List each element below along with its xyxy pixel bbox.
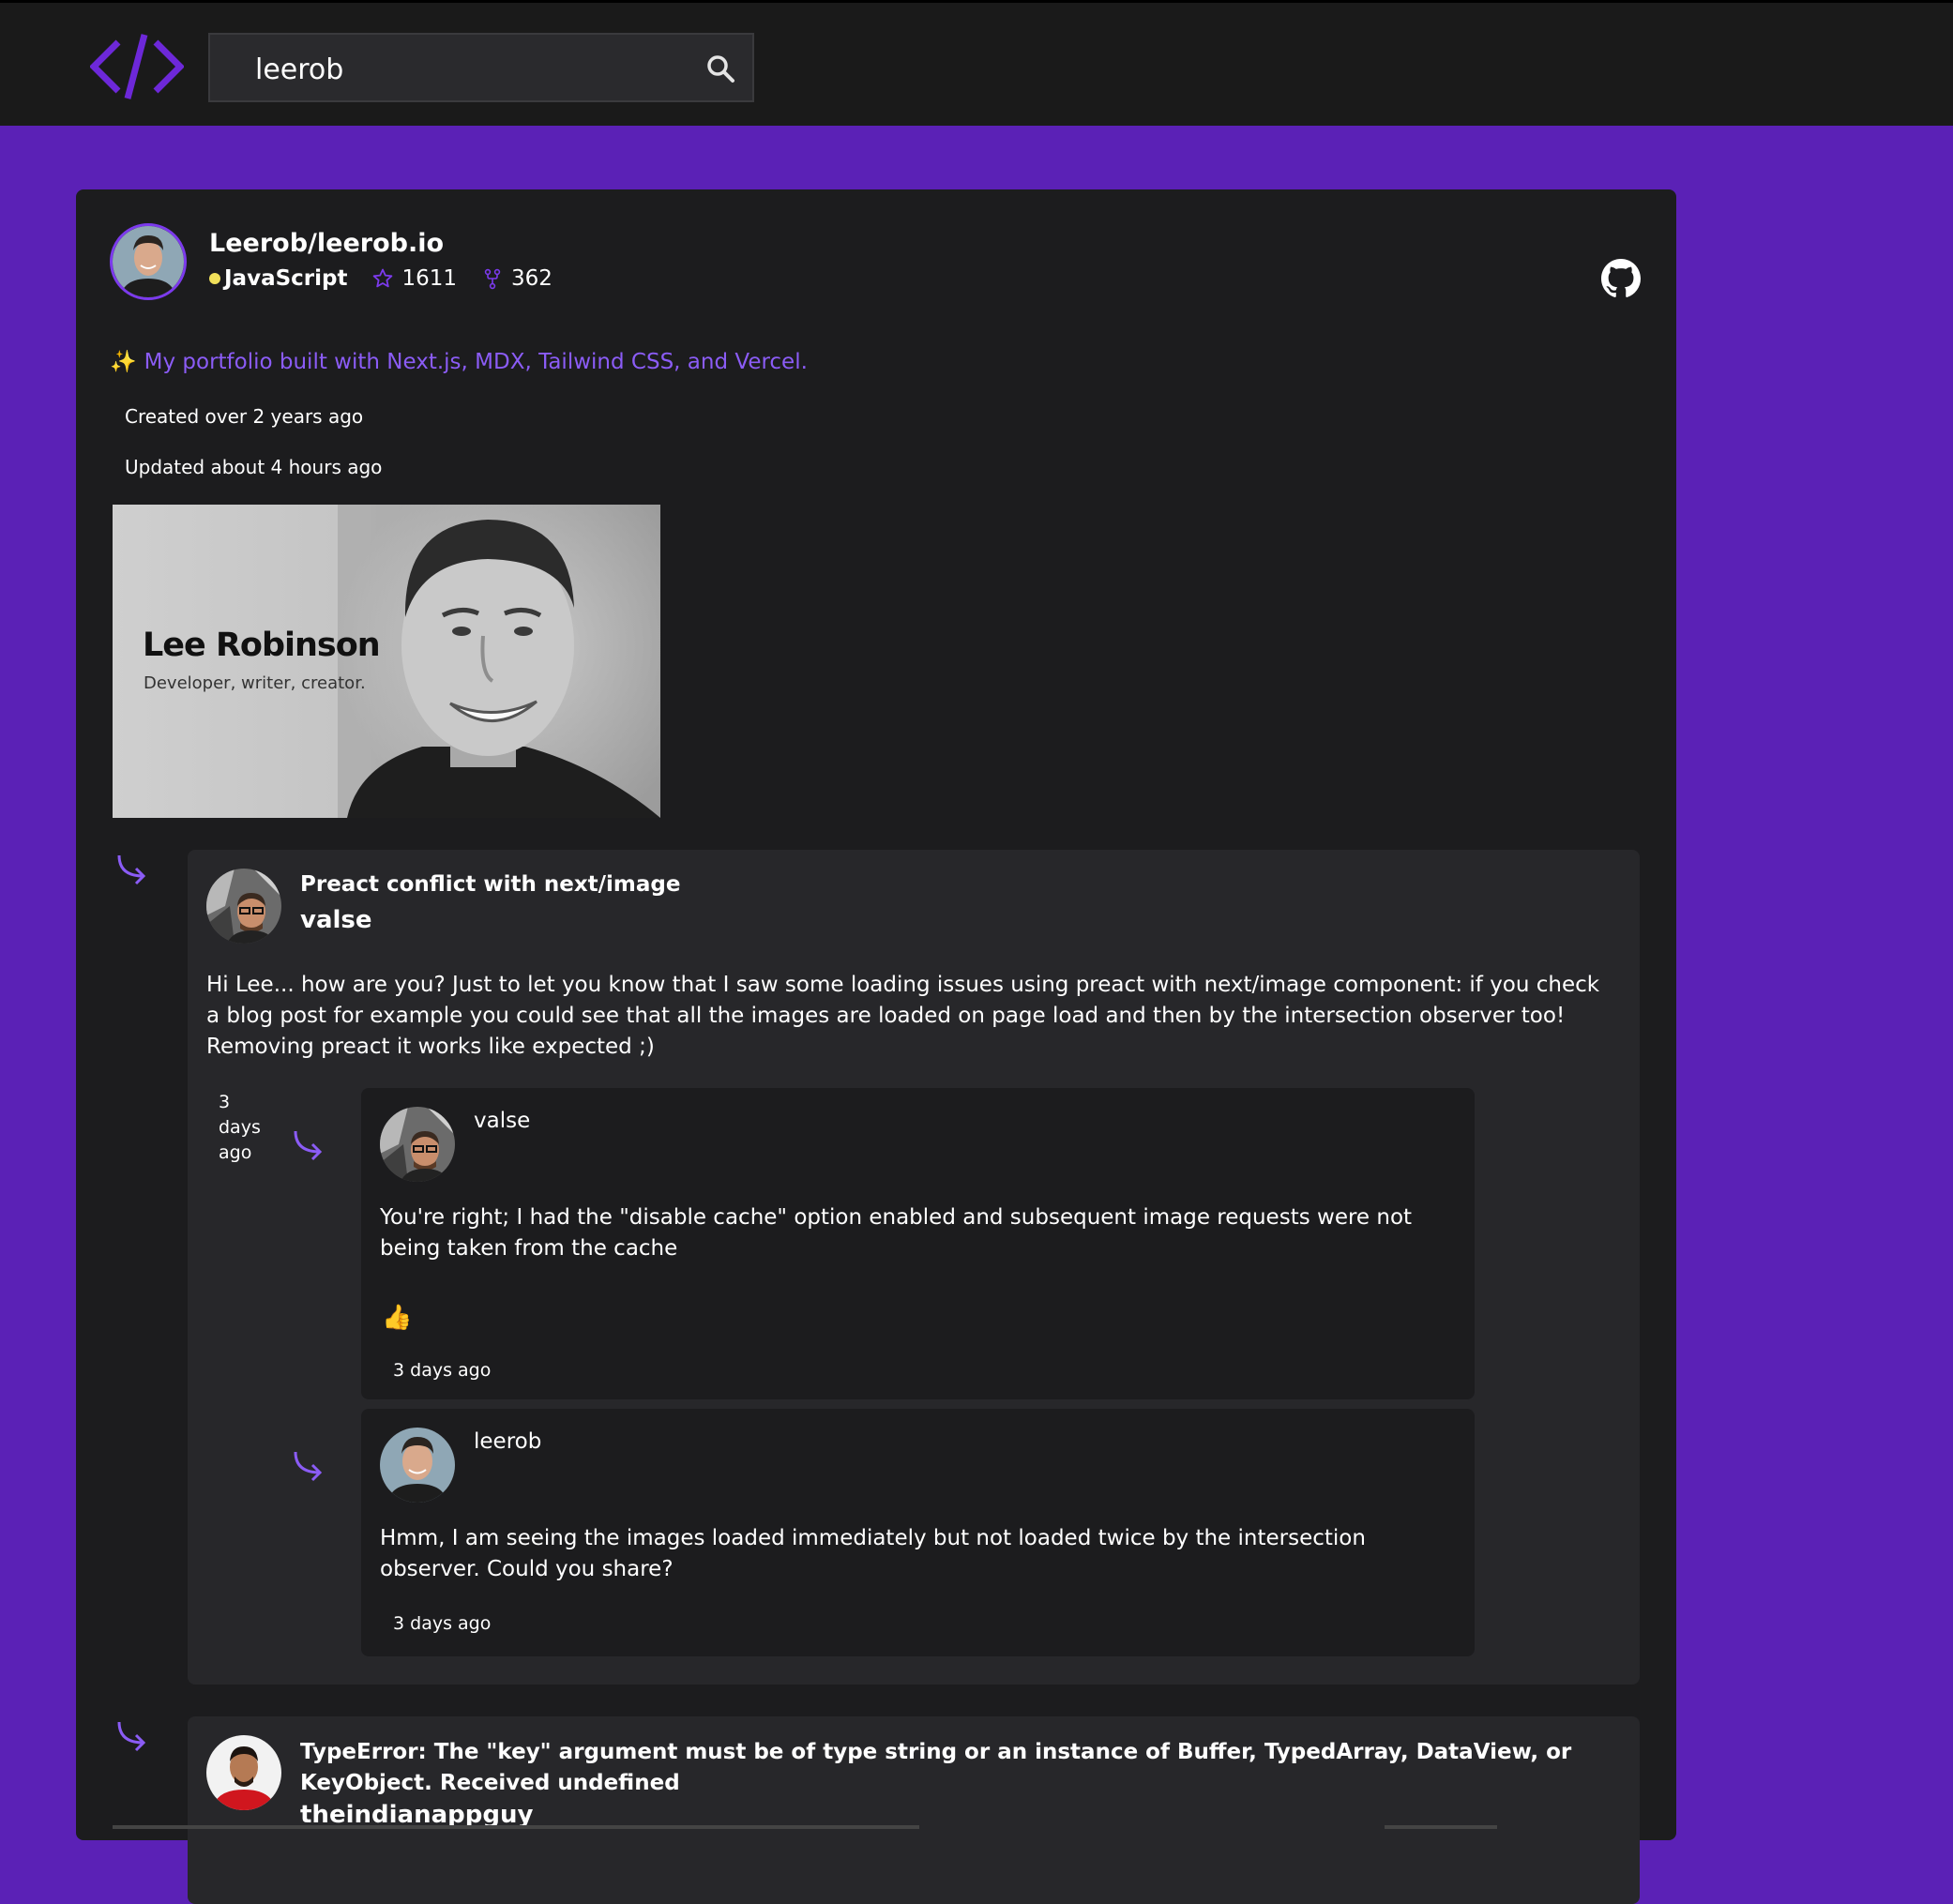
avatar[interactable] <box>206 1735 281 1810</box>
repo-description: ✨ My portfolio built with Next.js, MDX, T… <box>110 350 808 374</box>
search-box[interactable] <box>208 33 754 102</box>
fork-icon <box>484 268 501 290</box>
issue-title[interactable]: Preact conflict with next/image <box>300 872 680 897</box>
star-count: 1611 <box>401 266 458 291</box>
repo-preview-image: Lee Robinson Developer, writer, creator. <box>113 505 660 818</box>
reply-arrow-icon <box>117 854 146 885</box>
preview-name: Lee Robinson <box>143 627 381 664</box>
sparkle-icon: ✨ <box>110 350 137 374</box>
top-bar <box>0 0 1953 126</box>
star-icon <box>373 268 393 288</box>
repo-created: Created over 2 years ago <box>125 405 364 428</box>
repo-title[interactable]: Leerob/leerob.io <box>209 229 444 258</box>
comment-author[interactable]: leerob <box>474 1429 541 1454</box>
repo-card: Leerob/leerob.io JavaScript 1611 362 ✨ My… <box>76 189 1676 1904</box>
comment-card: valse You're right; I had the "disable c… <box>361 1088 1475 1399</box>
comment-body: You're right; I had the "disable cache" … <box>380 1205 1413 1261</box>
comment-author[interactable]: valse <box>474 1109 530 1133</box>
issue-title[interactable]: TypeError: The "key" argument must be of… <box>300 1737 1623 1799</box>
scrollbar-track <box>1385 1825 1497 1829</box>
comment-body: Hmm, I am seeing the images loaded immed… <box>380 1526 1366 1581</box>
repo-updated: Updated about 4 hours ago <box>125 456 383 478</box>
scrollbar-track <box>113 1825 919 1829</box>
issue-body: Hi Lee... how are you? Just to let you k… <box>206 973 1600 1059</box>
language-dot <box>209 273 220 284</box>
preview-tagline: Developer, writer, creator. <box>144 673 366 693</box>
thumbs-up-icon[interactable]: 👍 <box>382 1304 412 1332</box>
avatar[interactable] <box>380 1107 455 1182</box>
comment-date: 3 days ago <box>393 1613 492 1634</box>
fork-count: 362 <box>511 266 553 291</box>
search-input[interactable] <box>253 48 670 91</box>
reply-arrow-icon <box>294 1130 323 1161</box>
reply-arrow-icon <box>117 1721 146 1752</box>
issue-card[interactable]: TypeError: The "key" argument must be of… <box>188 1716 1640 1904</box>
repo-owner-avatar[interactable] <box>110 223 187 300</box>
avatar[interactable] <box>380 1428 455 1503</box>
issue-author[interactable]: valse <box>300 906 372 934</box>
comment-card: leerob Hmm, I am seeing the images loade… <box>361 1409 1475 1656</box>
issue-card[interactable]: Preact conflict with next/image valse Hi… <box>188 850 1640 1685</box>
reply-arrow-icon <box>294 1451 323 1482</box>
repo-meta: JavaScript 1611 362 <box>209 266 553 291</box>
github-icon[interactable] <box>1601 259 1641 298</box>
search-icon[interactable] <box>705 53 735 83</box>
code-logo-icon[interactable] <box>90 31 184 102</box>
issue-date: 3 days ago <box>219 1092 261 1163</box>
avatar[interactable] <box>206 869 281 944</box>
comment-date: 3 days ago <box>393 1360 492 1381</box>
repo-language: JavaScript <box>224 266 348 291</box>
